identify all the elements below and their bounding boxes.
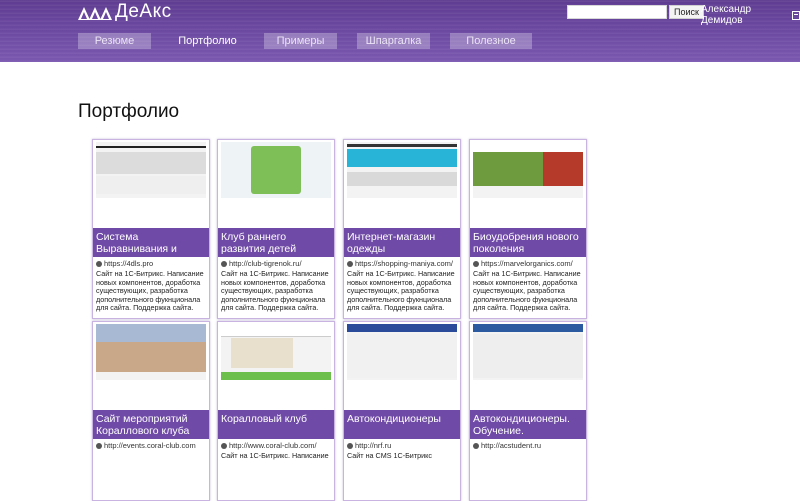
portfolio-title[interactable]: Автокондиционеры [344,410,460,439]
header: ДеАкс Поиск Александр Демидов Резюме Пор… [0,0,800,62]
portfolio-thumbnail[interactable] [347,324,457,380]
globe-icon [221,443,227,449]
globe-icon [473,443,479,449]
nav-tab-cheatsheet[interactable]: Шпаргалка [357,33,430,49]
portfolio-thumbnail[interactable] [96,324,206,380]
search-form: Поиск [567,5,704,19]
portfolio-card[interactable]: Сайт мероприятий Кораллового клуба http:… [92,321,210,501]
portfolio-title[interactable]: Автокондиционеры. Обучение. [470,410,586,439]
portfolio-title[interactable]: Интернет-магазин одежды [344,228,460,257]
portfolio-card[interactable]: Автокондиционеры http://nrf.ru Сайт на C… [343,321,461,501]
portfolio-card[interactable]: Клуб раннего развития детей http://club-… [217,139,335,319]
portfolio-thumbnail[interactable] [221,142,331,198]
search-input[interactable] [567,5,667,19]
portfolio-description: Сайт на 1С-Битрикс. Написание новых комп… [473,270,583,313]
portfolio-thumbnail[interactable] [473,324,583,380]
portfolio-description: Сайт на 1С-Битрикс. Написание [221,452,331,461]
portfolio-url[interactable]: https://4dls.pro [96,259,153,268]
portfolio-title[interactable]: Система Выравнивания и Укладки Плитки [93,228,209,257]
user-menu[interactable]: Александр Демидов [701,4,800,26]
portfolio-title[interactable]: Клуб раннего развития детей [218,228,334,257]
search-button[interactable]: Поиск [669,5,704,19]
logout-icon[interactable] [792,11,800,20]
portfolio-title[interactable]: Биоудобрения нового поколения [470,228,586,257]
portfolio-url[interactable]: http://club-tigrenok.ru/ [221,259,302,268]
portfolio-card[interactable]: Автокондиционеры. Обучение. http://acstu… [469,321,587,501]
user-name[interactable]: Александр Демидов [701,4,789,26]
portfolio-thumbnail[interactable] [347,142,457,198]
page-title: Портфолио [78,101,179,123]
globe-icon [347,261,353,267]
portfolio-card[interactable]: Система Выравнивания и Укладки Плитки ht… [92,139,210,319]
logo-triangles-icon [78,4,111,20]
nav-tab-resume[interactable]: Резюме [78,33,151,49]
globe-icon [96,443,102,449]
portfolio-url[interactable]: http://www.coral-club.com/ [221,441,317,450]
portfolio-thumbnail[interactable] [221,324,331,380]
portfolio-title[interactable]: Коралловый клуб [218,410,334,439]
main-nav: Резюме Портфолио Примеры Шпаргалка Полез… [78,33,552,49]
globe-icon [473,261,479,267]
portfolio-url[interactable]: https://marvelorganics.com/ [473,259,573,268]
portfolio-url[interactable]: http://events.coral-club.com [96,441,196,450]
portfolio-thumbnail[interactable] [473,142,583,198]
nav-tab-portfolio[interactable]: Портфолио [171,33,244,49]
portfolio-title[interactable]: Сайт мероприятий Кораллового клуба [93,410,209,439]
globe-icon [221,261,227,267]
portfolio-thumbnail[interactable] [96,142,206,198]
portfolio-description: Сайт на 1С-Битрикс. Написание новых комп… [96,270,206,313]
portfolio-description: Сайт на 1С-Битрикс. Написание новых комп… [347,270,457,313]
portfolio-card[interactable]: Коралловый клуб http://www.coral-club.co… [217,321,335,501]
logo[interactable]: ДеАкс [78,2,172,22]
portfolio-description: Сайт на 1С-Битрикс. Написание новых комп… [221,270,331,313]
portfolio-url[interactable]: http://nrf.ru [347,441,391,450]
portfolio-card[interactable]: Биоудобрения нового поколения https://ma… [469,139,587,319]
portfolio-description: Сайт на CMS 1С-Битрикс [347,452,457,461]
nav-tab-useful[interactable]: Полезное [450,33,532,49]
globe-icon [347,443,353,449]
portfolio-url[interactable]: https://shopping-maniya.com/ [347,259,453,268]
portfolio-url[interactable]: http://acstudent.ru [473,441,541,450]
portfolio-card[interactable]: Интернет-магазин одежды https://shopping… [343,139,461,319]
nav-tab-examples[interactable]: Примеры [264,33,337,49]
globe-icon [96,261,102,267]
logo-text: ДеАкс [115,1,172,23]
